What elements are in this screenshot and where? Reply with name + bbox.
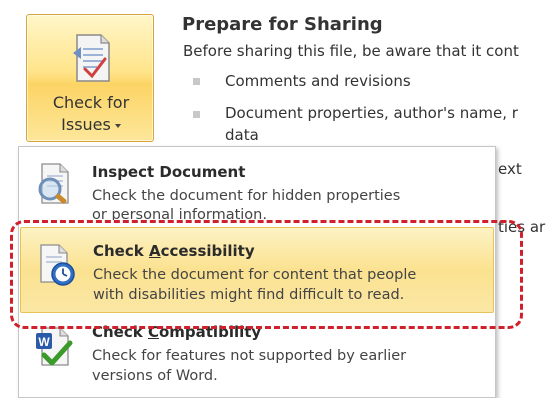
menu-item-check-compatibility[interactable]: W Check Compatibility Check for features…	[20, 323, 494, 395]
check-for-issues-label-line2: Issues	[27, 115, 155, 135]
document-check-icon	[73, 34, 110, 82]
svg-text:W: W	[38, 335, 50, 349]
menu-item-description: Check the document for hidden properties	[92, 188, 401, 204]
chevron-down-icon	[114, 123, 121, 128]
word-compatibility-icon: W	[36, 327, 73, 366]
bullet-icon	[193, 111, 200, 118]
menu-item-title: Inspect Document	[92, 163, 246, 181]
obscured-text: ext	[498, 160, 522, 178]
menu-item-description: or personal information.	[92, 207, 267, 220]
list-item: Document properties, author's name, r	[225, 104, 518, 122]
list-item: Comments and revisions	[225, 72, 411, 90]
menu-item-description: versions of Word.	[92, 368, 218, 384]
backstage-info-view: Check for Issues Prepare for Sharing Bef…	[0, 0, 549, 398]
check-for-issues-label-line1: Check for	[52, 93, 130, 112]
inspect-document-icon	[38, 163, 69, 204]
menu-item-description: Check for features not supported by earl…	[92, 348, 407, 364]
list-item-continuation: data	[225, 126, 259, 144]
check-for-issues-button[interactable]: Check for Issues	[26, 14, 154, 142]
panel-description: Before sharing this file, be aware that …	[183, 42, 519, 60]
annotation-highlight	[10, 220, 523, 329]
bullet-icon	[193, 78, 200, 85]
menu-item-inspect-document[interactable]: Inspect Document Check the document for …	[20, 155, 494, 220]
panel-title: Prepare for Sharing	[182, 14, 383, 35]
